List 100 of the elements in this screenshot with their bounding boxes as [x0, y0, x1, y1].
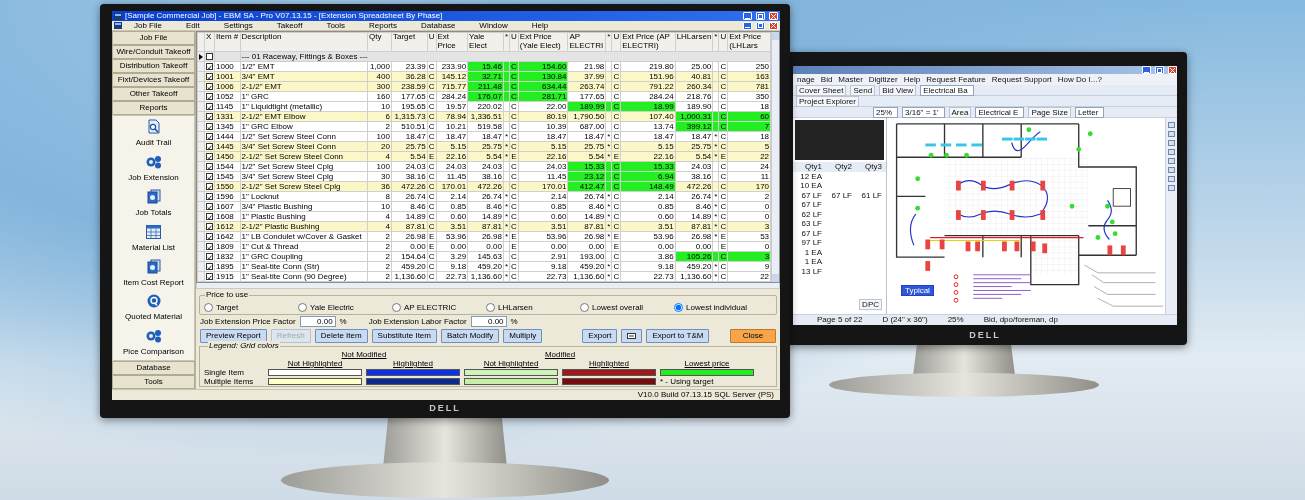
checkbox[interactable]	[206, 163, 213, 171]
column-header[interactable]: Qty	[367, 32, 392, 52]
column-header[interactable]: U	[611, 32, 621, 52]
checkbox[interactable]	[206, 183, 213, 191]
menu-item[interactable]: Settings	[211, 20, 265, 31]
toolbar-button[interactable]: Cover Sheet	[796, 84, 847, 96]
column-header[interactable]: Description	[240, 32, 368, 52]
close-button[interactable]	[769, 21, 778, 30]
action-button[interactable]: Delete Item	[314, 329, 368, 343]
close-button[interactable]: Close	[730, 329, 776, 343]
radio-button[interactable]	[392, 302, 401, 312]
column-header[interactable]: Yale Elect	[467, 32, 504, 52]
input-field[interactable]: 0.00	[470, 316, 507, 327]
column-header[interactable]: *	[712, 32, 719, 52]
radio-button[interactable]	[204, 302, 213, 312]
column-header[interactable]: Qty2	[825, 162, 852, 172]
column-header[interactable]: U	[427, 32, 437, 52]
checkbox[interactable]	[206, 193, 213, 201]
checkbox[interactable]	[206, 203, 213, 211]
column-header[interactable]: U	[718, 32, 728, 52]
menu-item[interactable]: Help	[519, 20, 561, 31]
sidebar-button[interactable]: Reports	[112, 101, 195, 115]
radio-button[interactable]	[486, 302, 495, 312]
radio-option[interactable]: Lowest overall	[580, 300, 674, 314]
checkbox[interactable]	[206, 123, 213, 131]
radio-button[interactable]	[298, 302, 307, 312]
minimize-button[interactable]	[743, 12, 752, 20]
checkbox[interactable]	[206, 213, 213, 221]
menu-item[interactable]: Takeoff	[264, 20, 315, 31]
menu-item[interactable]: Request Feature	[926, 75, 986, 84]
dropdown[interactable]: 25%	[873, 106, 898, 118]
dropdown[interactable]: Letter	[1074, 106, 1105, 118]
radio-option[interactable]: Yale Electric	[298, 300, 392, 314]
radio-option[interactable]: Lowest individual	[674, 300, 768, 314]
toolbar-button[interactable]: Bid View	[879, 84, 917, 96]
column-header[interactable]: Item #	[214, 32, 240, 52]
toolbar-button[interactable]: Send	[850, 84, 876, 96]
radio-option[interactable]: AP ELECTRIC	[392, 300, 486, 314]
sidebar-button[interactable]: Distribution Takeoff	[112, 59, 195, 73]
checkbox[interactable]	[206, 273, 213, 281]
checkbox[interactable]	[206, 93, 213, 101]
dropdown[interactable]: Electrical E	[975, 106, 1025, 118]
column-header[interactable]: Ext Price	[436, 32, 468, 52]
action-button[interactable]: Substitute Item	[371, 329, 437, 343]
sidebar-button[interactable]: Other Takeoff	[112, 87, 195, 101]
checkbox[interactable]	[206, 233, 213, 241]
menu-item[interactable]: How Do I...?	[1057, 75, 1102, 84]
checkbox[interactable]	[206, 63, 213, 71]
sidebar-button[interactable]: Fixt/Devices Takeoff	[112, 73, 195, 87]
checkbox[interactable]	[206, 133, 213, 141]
checkbox[interactable]	[206, 113, 213, 121]
panel-tab[interactable]: Project Explorer	[796, 95, 859, 107]
checkbox[interactable]	[206, 53, 213, 61]
sidebar-button[interactable]: Wire/Conduit Takeoff	[112, 45, 195, 59]
checkbox[interactable]	[206, 103, 213, 111]
checkbox[interactable]	[206, 173, 213, 181]
restore-button[interactable]	[756, 21, 765, 30]
radio-button[interactable]	[580, 302, 589, 312]
panel-button[interactable]: DPC	[859, 299, 882, 310]
dropdown[interactable]: 3/16" = 1'	[902, 106, 945, 118]
menu-item[interactable]: Edit	[174, 20, 212, 31]
checkbox[interactable]	[206, 73, 213, 81]
column-header[interactable]: U	[509, 32, 519, 52]
menu-item[interactable]: Master	[838, 75, 863, 84]
column-header[interactable]: LHLarsen	[675, 32, 713, 52]
menu-item[interactable]: Request Support	[991, 75, 1052, 84]
radio-option[interactable]: Target	[204, 300, 298, 314]
menu-item[interactable]: nage	[797, 75, 815, 84]
sidebar-button[interactable]: Job File	[112, 31, 195, 45]
column-header[interactable]: X	[204, 32, 215, 52]
horizontal-scrollbar[interactable]	[196, 283, 780, 289]
menu-item[interactable]: Database	[409, 20, 468, 31]
column-header[interactable]: Target	[391, 32, 428, 52]
close-button[interactable]	[769, 12, 778, 20]
checkbox[interactable]	[206, 243, 213, 251]
column-header[interactable]: *	[605, 32, 612, 52]
column-header[interactable]: AP ELECTRI	[567, 32, 606, 52]
checkbox[interactable]	[206, 263, 213, 271]
action-button[interactable]: Export to T&M	[646, 329, 710, 343]
menu-item[interactable]: Bid	[820, 75, 833, 84]
checkbox[interactable]	[206, 223, 213, 231]
checkbox[interactable]	[206, 153, 213, 161]
action-button[interactable]: Batch Modify	[440, 329, 500, 343]
dropdown[interactable]: Electrical Ba	[920, 84, 974, 96]
icon-button[interactable]	[621, 329, 643, 343]
restore-button[interactable]	[756, 12, 765, 20]
minimize-button[interactable]	[743, 21, 752, 30]
menu-item[interactable]: Digitizer	[868, 75, 898, 84]
column-header[interactable]: Ext Price (Yale Elect)	[518, 32, 568, 52]
column-header[interactable]: Qty3	[855, 162, 882, 172]
menu-item[interactable]: Job File	[122, 20, 174, 31]
action-button[interactable]: Multiply	[503, 329, 543, 343]
action-button[interactable]: Export	[582, 329, 618, 343]
menu-item[interactable]: Tools	[314, 20, 358, 31]
radio-option[interactable]: LHLarsen	[486, 300, 580, 314]
sidebar-button[interactable]: Tools	[112, 375, 195, 389]
toolbar-button[interactable]: Page Size	[1028, 106, 1071, 118]
column-header[interactable]: Ext Price (LHLars	[727, 32, 771, 52]
vertical-scrollbar[interactable]	[771, 32, 779, 282]
column-header[interactable]: Qty1	[795, 162, 822, 172]
